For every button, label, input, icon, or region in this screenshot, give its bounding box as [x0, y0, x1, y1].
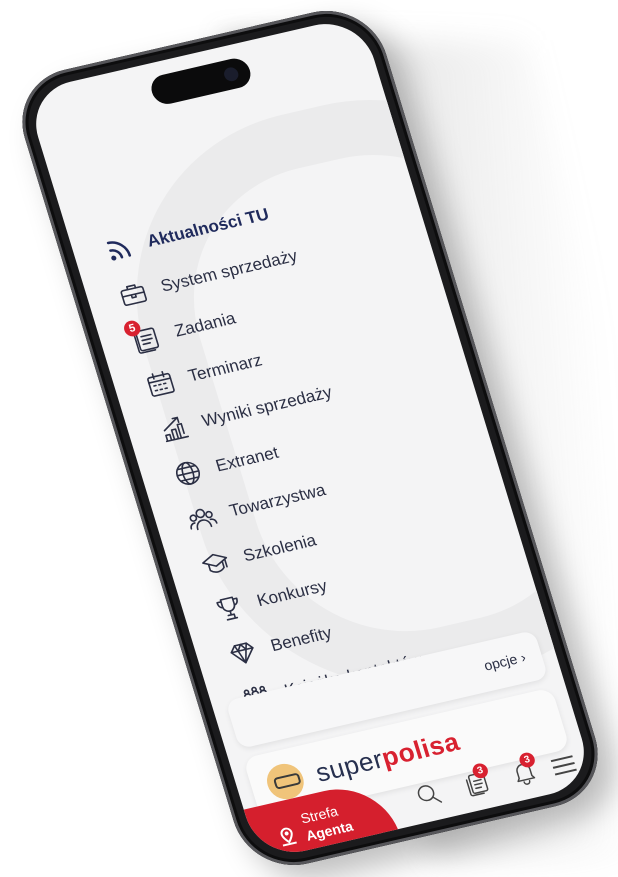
diamond-icon [224, 635, 262, 670]
group-icon [183, 500, 221, 535]
documents-button[interactable]: 3 [461, 761, 497, 800]
menu-item-label: Szkolenia [240, 530, 319, 565]
notifications-button[interactable]: 3 [508, 751, 544, 790]
dynamic-island [147, 55, 255, 107]
menu-item-label: Terminarz [185, 350, 265, 386]
menu-item-label: Towarzystwa [226, 479, 328, 520]
briefcase-icon [114, 275, 152, 310]
menu-item-label: Benefity [268, 622, 334, 655]
chart-up-icon [155, 410, 193, 445]
superpolisa-logo: superpolisa [312, 726, 463, 788]
globe-icon [169, 455, 207, 490]
graduation-cap-icon [196, 545, 234, 580]
search-icon [417, 785, 443, 803]
menu-item-label: Konkursy [254, 575, 330, 610]
trophy-icon [210, 590, 248, 625]
camera-icon [222, 66, 241, 83]
tasks-icon: 5 [121, 318, 166, 355]
location-pin-icon [280, 827, 297, 847]
rss-icon [100, 230, 138, 265]
calendar-icon [141, 365, 179, 400]
logo-text-polisa: polisa [377, 726, 464, 773]
hamburger-menu-icon[interactable] [549, 750, 578, 780]
menu-item-label: Extranet [213, 442, 281, 475]
logo-text-super: super [311, 743, 387, 788]
options-label: opcje [481, 650, 520, 674]
options-button[interactable]: opcje › [482, 649, 528, 674]
search-button[interactable] [412, 779, 448, 812]
menu-item-label: Zadania [172, 308, 238, 341]
chevron-right-icon: › [518, 648, 528, 666]
